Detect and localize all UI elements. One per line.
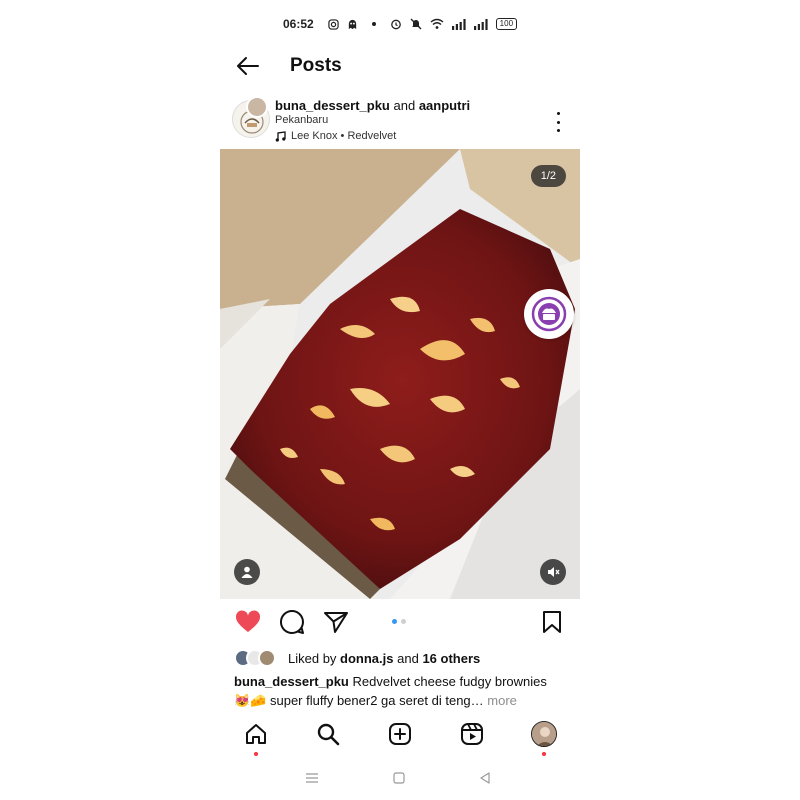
signal-icon [451, 17, 466, 31]
collaborator-name[interactable]: aanputri [419, 98, 470, 113]
alarm-icon [390, 17, 402, 31]
liker-avatar [258, 649, 276, 667]
speaker-muted-icon [548, 567, 560, 577]
mute-audio-button[interactable] [540, 559, 566, 585]
instagram-icon [327, 17, 339, 31]
phone-screen: 06:52 100 Posts buna_dessert_pku and aan… [220, 0, 580, 800]
status-time: 06:52 [282, 17, 314, 31]
caption-line-1: buna_dessert_pku Redvelvet cheese fudgy … [234, 672, 574, 691]
likes-connector: and [397, 650, 419, 666]
ghost-icon [347, 17, 358, 31]
share-button[interactable] [322, 608, 350, 636]
author-name[interactable]: buna_dessert_pku [275, 98, 390, 113]
mute-icon [410, 17, 422, 31]
comment-button[interactable] [278, 608, 306, 636]
collaborator-avatar[interactable] [246, 96, 268, 118]
send-icon [324, 612, 348, 633]
system-menu-button[interactable] [302, 768, 322, 788]
post-image[interactable]: 1/2 [220, 149, 580, 599]
carousel-dot-active [392, 619, 397, 624]
more-dot [556, 120, 560, 124]
triangle-back-icon [480, 772, 490, 784]
more-dot [556, 129, 560, 132]
more-dot [556, 112, 560, 115]
system-back-button[interactable] [475, 768, 495, 788]
save-button[interactable] [538, 608, 566, 636]
brownie-photo [220, 149, 580, 599]
likes-prefix: Liked by [288, 650, 337, 666]
nav-home[interactable] [238, 716, 274, 756]
post-music[interactable]: Lee Knox • Redvelvet [275, 130, 396, 142]
bookmark-icon [543, 611, 561, 633]
status-bar: 06:52 100 [220, 14, 580, 34]
notification-dot [542, 752, 546, 756]
likes-others[interactable]: 16 others [422, 651, 480, 666]
nav-create[interactable] [382, 716, 418, 752]
likes-row[interactable]: Liked by donna.js and 16 others [234, 648, 480, 668]
status-dot [371, 22, 376, 26]
menu-icon [306, 773, 318, 783]
profile-avatar [531, 721, 557, 747]
reels-icon [461, 723, 483, 745]
page-header: Posts [220, 48, 580, 84]
caption-continued: 😻🧀 super fluffy bener2 ga seret di teng… [234, 693, 484, 708]
battery-indicator: 100 [495, 18, 518, 30]
system-home-button[interactable] [389, 768, 409, 788]
carousel-dot [401, 619, 406, 624]
home-icon [246, 724, 266, 744]
comment-icon [280, 609, 304, 634]
person-icon [241, 566, 253, 578]
nav-profile[interactable] [526, 716, 562, 756]
signal-icon-2 [473, 17, 488, 31]
music-label: Lee Knox • Redvelvet [291, 130, 397, 142]
post-header: buna_dessert_pku and aanputri Pekanbaru … [220, 96, 580, 146]
arrow-left-icon [237, 57, 259, 75]
bottom-nav [220, 716, 580, 756]
like-button[interactable] [234, 608, 262, 636]
collab-sticker-button[interactable] [524, 289, 574, 339]
search-icon [317, 723, 340, 746]
page-title: Posts [290, 55, 342, 76]
liker-username[interactable]: donna.js [340, 651, 393, 666]
post-location[interactable]: Pekanbaru [275, 114, 328, 126]
notification-dot [254, 752, 258, 756]
nav-reels[interactable] [454, 716, 490, 752]
caption-line-2: 😻🧀 super fluffy bener2 ga seret di teng…… [234, 691, 574, 710]
square-icon [393, 772, 405, 784]
post-caption: buna_dessert_pku Redvelvet cheese fudgy … [234, 672, 574, 710]
authors-connector: and [393, 98, 416, 113]
carousel-indicator [392, 619, 406, 624]
heart-filled-icon [235, 610, 261, 632]
system-navigation [220, 768, 580, 788]
tagged-people-button[interactable] [234, 559, 260, 585]
muffin-icon [531, 296, 567, 332]
caption-author[interactable]: buna_dessert_pku [234, 674, 349, 689]
create-icon [389, 723, 411, 745]
post-authors: buna_dessert_pku and aanputri [275, 98, 470, 113]
back-button[interactable] [220, 48, 276, 84]
caption-text: Redvelvet cheese fudgy brownies [352, 674, 547, 689]
post-actions [220, 606, 580, 638]
carousel-counter: 1/2 [530, 165, 566, 187]
caption-more-link[interactable]: more [487, 693, 517, 708]
music-note-icon [275, 130, 286, 142]
nav-search[interactable] [310, 716, 346, 752]
wifi-icon [430, 17, 444, 31]
liker-avatars [234, 648, 288, 668]
post-options-button[interactable] [550, 112, 566, 132]
